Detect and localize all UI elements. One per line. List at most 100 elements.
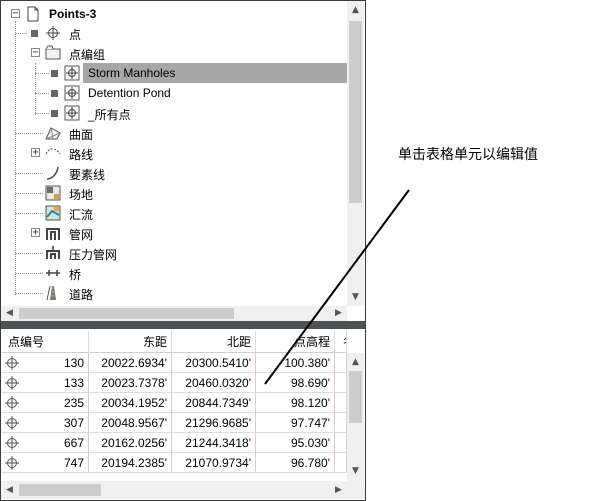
scroll-thumb[interactable] bbox=[19, 308, 234, 319]
collapse-icon[interactable]: − bbox=[31, 48, 40, 58]
table-cell-easting[interactable]: 20034.1952' bbox=[89, 393, 172, 413]
tree-item-label: 桥 bbox=[69, 268, 82, 282]
column-header-elevation[interactable]: 点高程 bbox=[256, 331, 335, 353]
tree-item-label: 要素线 bbox=[69, 168, 106, 182]
table-cell-northing[interactable]: 20844.7349' bbox=[172, 393, 256, 413]
tree-item-feature-lines[interactable]: 要素线 bbox=[1, 163, 347, 183]
table-cell-name[interactable] bbox=[335, 453, 347, 473]
column-header-number[interactable]: 点编号 bbox=[1, 331, 89, 353]
tree-item-sites[interactable]: 场地 bbox=[1, 183, 347, 203]
table-cell-number[interactable]: 133 bbox=[1, 373, 89, 393]
corridor-icon bbox=[46, 285, 56, 301]
table-cell-number[interactable]: 667 bbox=[1, 433, 89, 453]
panel-splitter[interactable] bbox=[1, 321, 365, 329]
tree-item-pipe-networks[interactable]: + 管网 bbox=[1, 223, 347, 243]
site-icon bbox=[45, 185, 61, 201]
bullet-icon bbox=[51, 110, 58, 117]
tree-item-catchments[interactable]: 汇流 bbox=[1, 203, 347, 223]
tree-vertical-scrollbar[interactable]: ▲ ▼ bbox=[347, 1, 364, 306]
bullet-icon bbox=[31, 30, 38, 37]
tree-item-all-points[interactable]: _所有点 bbox=[1, 103, 347, 123]
table-cell-easting[interactable]: 20022.6934' bbox=[89, 353, 172, 373]
tree-item-label: Detention Pond bbox=[88, 86, 171, 100]
scroll-right-icon[interactable]: ▶ bbox=[330, 307, 347, 319]
point-icon bbox=[46, 26, 60, 40]
prospector-panel: − Points-3 点 − 点编组 Storm Manholes Detent… bbox=[0, 0, 366, 501]
tree-item-detention-pond[interactable]: Detention Pond bbox=[1, 83, 347, 103]
table-cell-northing[interactable]: 21070.9734' bbox=[172, 453, 256, 473]
table-cell-number[interactable]: 130 bbox=[1, 353, 89, 373]
scroll-up-icon[interactable]: ▲ bbox=[347, 4, 364, 16]
column-header-northing[interactable]: 北距 bbox=[172, 331, 256, 353]
table-cell-name[interactable] bbox=[335, 373, 347, 393]
table-cell-elevation[interactable]: 96.780' bbox=[256, 453, 335, 473]
expand-icon[interactable]: + bbox=[31, 148, 40, 158]
scroll-thumb[interactable] bbox=[349, 371, 362, 423]
table-cell-name[interactable] bbox=[335, 413, 347, 433]
tree-item-storm-manholes[interactable]: Storm Manholes bbox=[1, 63, 347, 83]
bullet-icon bbox=[51, 70, 58, 77]
table-cell-northing[interactable]: 21244.3418' bbox=[172, 433, 256, 453]
tree-item-label: 点 bbox=[69, 28, 82, 42]
table-cell-easting[interactable]: 20048.9567' bbox=[89, 413, 172, 433]
tree-item-label: 汇流 bbox=[69, 208, 94, 222]
tree-item-point-groups[interactable]: − 点编组 bbox=[1, 43, 347, 63]
table-cell-number[interactable]: 307 bbox=[1, 413, 89, 433]
table-vertical-scrollbar[interactable]: ▲ ▼ bbox=[347, 353, 364, 481]
catchment-icon bbox=[45, 205, 61, 221]
scroll-thumb[interactable] bbox=[349, 21, 362, 203]
table-cell-name[interactable] bbox=[335, 393, 347, 413]
feature-line-icon bbox=[46, 166, 59, 180]
scroll-right-icon[interactable]: ▶ bbox=[330, 484, 347, 496]
table-cell-elevation[interactable]: 98.690' bbox=[256, 373, 335, 393]
tree-item-label: 路线 bbox=[69, 148, 94, 162]
tree-item-label: 道路 bbox=[69, 288, 94, 302]
table-cell-easting[interactable]: 20162.0256' bbox=[89, 433, 172, 453]
scroll-down-icon[interactable]: ▼ bbox=[347, 465, 364, 477]
tree-root-row[interactable]: − Points-3 bbox=[1, 4, 347, 24]
tree-item-pressure-networks[interactable]: 压力管网 bbox=[1, 243, 347, 263]
callout-text: 单击表格单元以编辑值 bbox=[398, 146, 538, 162]
scroll-left-icon[interactable]: ◀ bbox=[1, 484, 18, 496]
scroll-down-icon[interactable]: ▼ bbox=[347, 291, 364, 303]
table-cell-name[interactable] bbox=[335, 353, 347, 373]
scroll-up-icon[interactable]: ▲ bbox=[347, 356, 364, 368]
table-cell-name[interactable] bbox=[335, 433, 347, 453]
points-table: 点编号 东距 北距 点高程 名 13020022.6934'20300.5410… bbox=[1, 331, 347, 481]
table-cell-elevation[interactable]: 100.380' bbox=[256, 353, 335, 373]
prospector-tree: − Points-3 点 − 点编组 Storm Manholes Detent… bbox=[1, 1, 347, 306]
table-cell-elevation[interactable]: 97.747' bbox=[256, 413, 335, 433]
tree-item-label: _所有点 bbox=[88, 108, 131, 122]
tree-item-bridges[interactable]: 桥 bbox=[1, 263, 347, 283]
table-cell-number[interactable]: 747 bbox=[1, 453, 89, 473]
table-horizontal-scrollbar[interactable]: ◀ ▶ bbox=[1, 481, 365, 499]
tree-root-label: Points-3 bbox=[49, 7, 97, 21]
alignment-icon bbox=[45, 148, 61, 155]
collapse-icon[interactable]: − bbox=[11, 9, 20, 19]
table-cell-elevation[interactable]: 95.030' bbox=[256, 433, 335, 453]
table-cell-elevation[interactable]: 98.120' bbox=[256, 393, 335, 413]
expand-icon[interactable]: + bbox=[31, 228, 40, 238]
scroll-thumb[interactable] bbox=[19, 484, 101, 496]
tree-item-surfaces[interactable]: 曲面 bbox=[1, 123, 347, 143]
tree-item-alignments[interactable]: + 路线 bbox=[1, 143, 347, 163]
column-header-name[interactable]: 名 bbox=[335, 331, 347, 353]
table-cell-number[interactable]: 235 bbox=[1, 393, 89, 413]
table-cell-easting[interactable]: 20023.7378' bbox=[89, 373, 172, 393]
tree-item-corridors[interactable]: 道路 bbox=[1, 283, 347, 303]
table-cell-northing[interactable]: 20460.0320' bbox=[172, 373, 256, 393]
drawing-icon bbox=[27, 6, 39, 22]
scroll-left-icon[interactable]: ◀ bbox=[1, 307, 18, 319]
table-cell-northing[interactable]: 21296.9685' bbox=[172, 413, 256, 433]
tree-item-label: 压力管网 bbox=[69, 248, 118, 262]
tree-item-label: 曲面 bbox=[69, 128, 94, 142]
table-cell-easting[interactable]: 20194.2385' bbox=[89, 453, 172, 473]
tree-item-points[interactable]: 点 bbox=[1, 23, 347, 43]
point-group-icon bbox=[45, 45, 61, 60]
point-group-item-icon bbox=[64, 105, 80, 121]
column-header-easting[interactable]: 东距 bbox=[89, 331, 172, 353]
pressure-network-icon bbox=[46, 246, 60, 259]
tree-horizontal-scrollbar[interactable]: ◀ ▶ bbox=[1, 306, 347, 321]
tree-item-label: 场地 bbox=[69, 188, 94, 202]
table-cell-northing[interactable]: 20300.5410' bbox=[172, 353, 256, 373]
